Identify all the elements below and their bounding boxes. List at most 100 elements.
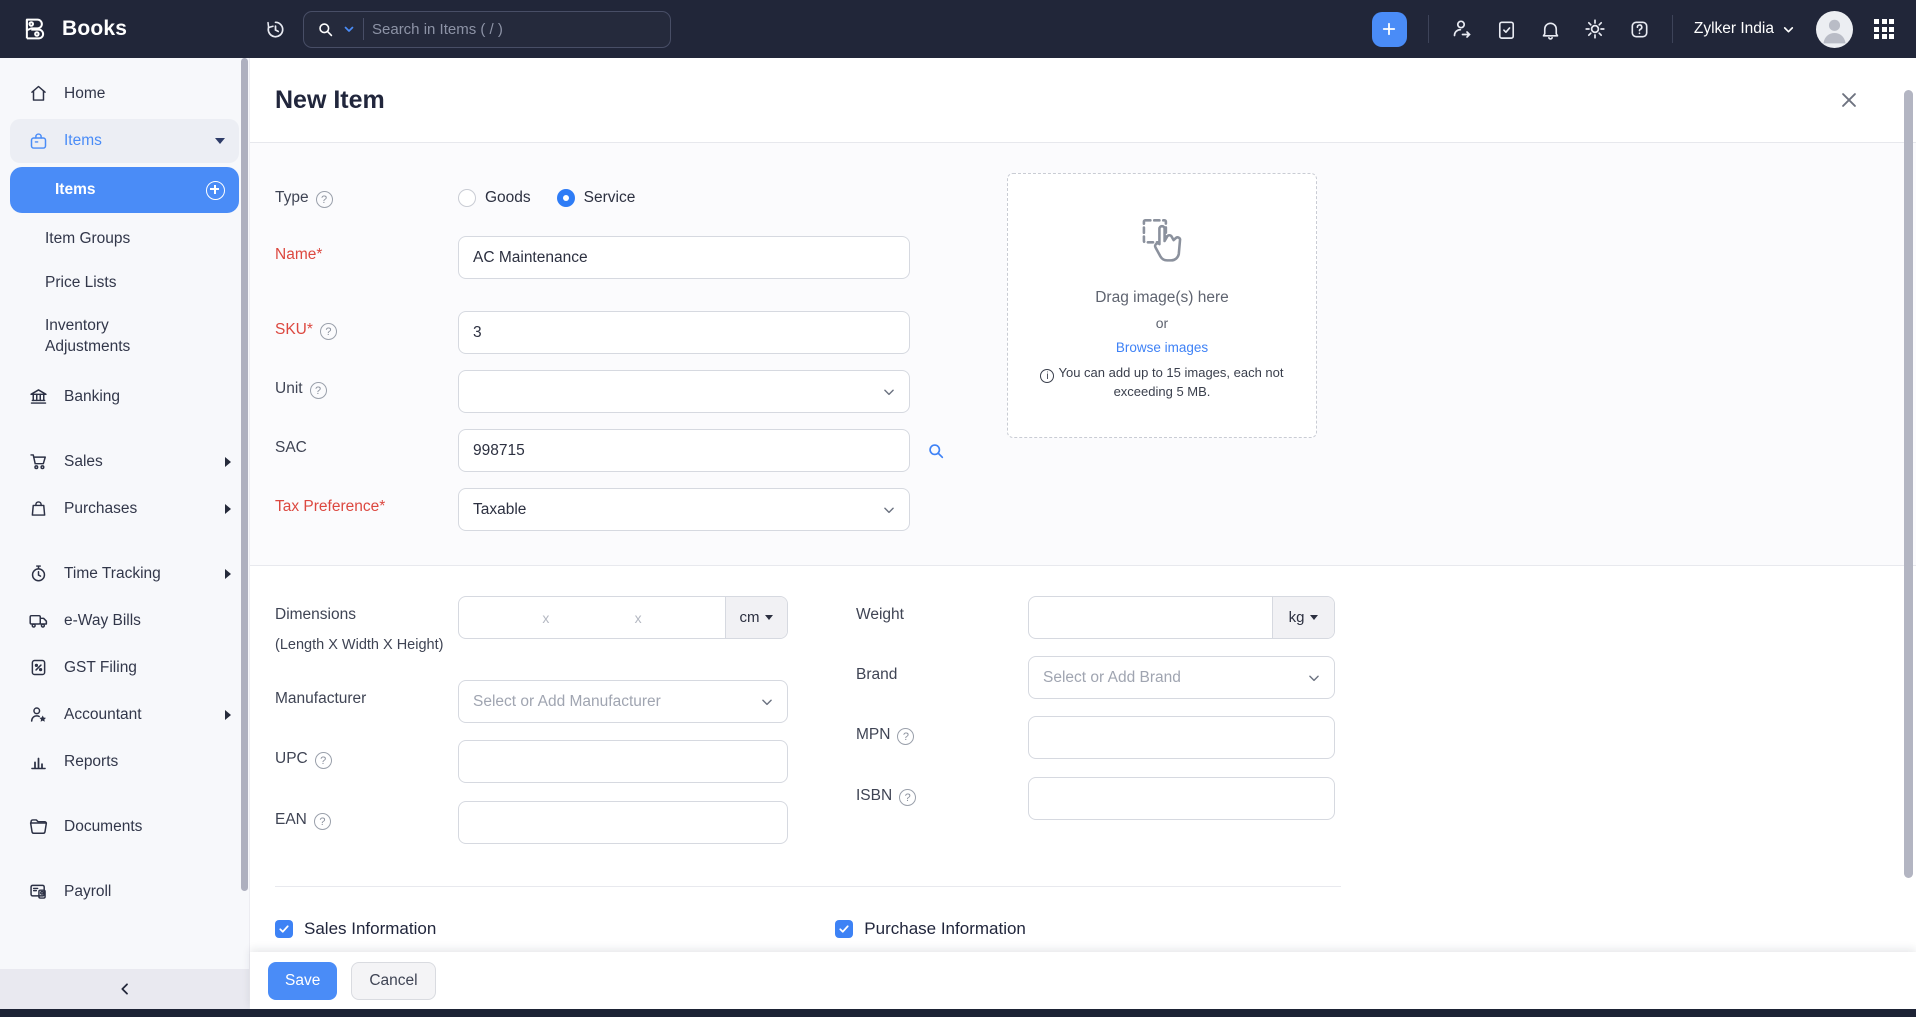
tasks-icon[interactable]	[1495, 18, 1518, 41]
sidebar-subitem-items-active[interactable]: Items	[10, 167, 239, 213]
weight-input-group[interactable]: kg	[1028, 596, 1335, 639]
image-upload-dropzone[interactable]: Drag image(s) here or Browse images iYou…	[1007, 173, 1317, 438]
item-basic-section: Type ? Goods Service	[250, 143, 1916, 566]
sidebar-subitem-inventory-adjustments[interactable]: Inventory Adjustments	[0, 305, 249, 367]
sidebar-item-time-tracking[interactable]: Time Tracking	[0, 550, 249, 597]
sidebar-item-banking[interactable]: Banking	[0, 373, 249, 420]
referral-icon[interactable]	[1450, 17, 1474, 41]
help-icon[interactable]: ?	[320, 323, 337, 340]
search-scope-chevron-icon[interactable]	[343, 23, 355, 35]
radio-service[interactable]: Service	[557, 189, 636, 207]
sales-information-label: Sales Information	[304, 919, 436, 939]
checkbox-checked-icon[interactable]	[275, 920, 293, 938]
sidebar-item-accountant[interactable]: Accountant	[0, 691, 249, 738]
tax-preference-select[interactable]: Taxable	[458, 488, 910, 531]
name-label: Name*	[275, 246, 322, 264]
books-logo-icon	[20, 14, 50, 44]
search-divider	[363, 18, 364, 40]
weight-unit-select[interactable]: kg	[1272, 597, 1334, 638]
org-switcher[interactable]: Zylker India	[1694, 20, 1795, 38]
upc-label: UPC	[275, 750, 308, 768]
history-icon[interactable]	[264, 18, 287, 41]
help-icon[interactable]: ?	[897, 728, 914, 745]
radio-goods-circle[interactable]	[458, 189, 476, 207]
help-icon[interactable]: ?	[314, 813, 331, 830]
weight-input[interactable]	[1029, 597, 1272, 638]
avatar-person-icon	[1816, 11, 1853, 48]
quick-create-button[interactable]	[1372, 12, 1407, 47]
close-icon[interactable]	[1838, 89, 1860, 111]
topbar-actions: Zylker India	[1372, 11, 1916, 48]
help-icon[interactable]: ?	[310, 382, 327, 399]
isbn-input[interactable]	[1028, 777, 1335, 820]
sidebar-item-home[interactable]: Home	[0, 70, 249, 117]
cancel-button[interactable]: Cancel	[351, 962, 435, 1000]
chevron-down-icon	[882, 503, 896, 517]
sidebar-item-sales[interactable]: Sales	[0, 438, 249, 485]
help-icon[interactable]	[1628, 18, 1651, 41]
chevron-left-icon	[117, 981, 133, 997]
sidebar-item-gst-filing[interactable]: GST Filing	[0, 644, 249, 691]
sac-input[interactable]	[458, 429, 910, 472]
dimension-length-input[interactable]	[459, 597, 540, 638]
checkbox-checked-icon[interactable]	[835, 920, 853, 938]
sidebar-item-label: Purchases	[64, 500, 210, 518]
upload-note-text: You can add up to 15 images, each not ex…	[1058, 365, 1283, 400]
radio-service-circle[interactable]	[557, 189, 575, 207]
browse-images-link[interactable]: Browse images	[1116, 340, 1208, 355]
manufacturer-select[interactable]: Select or Add Manufacturer	[458, 680, 788, 723]
global-search[interactable]: Search in Items ( / )	[303, 11, 671, 48]
sac-lookup-icon[interactable]	[926, 441, 946, 461]
upc-input[interactable]	[458, 740, 788, 783]
sku-input[interactable]	[458, 311, 910, 354]
chevron-down-icon	[1782, 23, 1795, 36]
chevron-right-icon	[225, 710, 231, 720]
help-icon[interactable]: ?	[899, 789, 916, 806]
product-name: Books	[62, 17, 127, 41]
dimension-height-input[interactable]	[644, 597, 725, 638]
app-window: Books Search in Items ( / )	[0, 0, 1916, 1017]
chevron-down-icon	[882, 385, 896, 399]
dimension-separator: x	[633, 610, 644, 626]
user-avatar[interactable]	[1816, 11, 1853, 48]
purchase-information-label: Purchase Information	[864, 919, 1026, 939]
sidebar-scrollbar[interactable]	[241, 58, 248, 891]
accountant-icon	[28, 704, 49, 725]
add-item-icon[interactable]	[206, 181, 225, 200]
sidebar-subitem-item-groups[interactable]: Item Groups	[0, 217, 249, 261]
name-input[interactable]	[458, 236, 910, 279]
mpn-input[interactable]	[1028, 716, 1335, 759]
sidebar-item-eway-bills[interactable]: e-Way Bills	[0, 597, 249, 644]
sidebar-item-documents[interactable]: Documents	[0, 803, 249, 850]
sidebar-item-items[interactable]: Items	[10, 119, 239, 163]
sidebar-subitem-price-lists[interactable]: Price Lists	[0, 261, 249, 305]
org-name: Zylker India	[1694, 20, 1774, 38]
bank-icon	[28, 386, 49, 407]
brand-logo[interactable]: Books	[0, 14, 250, 44]
sidebar-collapse-button[interactable]	[0, 969, 249, 1009]
help-icon[interactable]: ?	[316, 191, 333, 208]
sidebar-item-payroll[interactable]: Payroll	[0, 868, 249, 915]
settings-gear-icon[interactable]	[1583, 17, 1607, 41]
caret-down-icon	[765, 615, 773, 620]
drag-hand-icon	[1131, 210, 1193, 277]
brand-select[interactable]: Select or Add Brand	[1028, 656, 1335, 699]
save-button[interactable]: Save	[268, 962, 337, 1000]
help-icon[interactable]: ?	[315, 752, 332, 769]
unit-select[interactable]	[458, 370, 910, 413]
radio-goods[interactable]: Goods	[458, 189, 531, 207]
notifications-bell-icon[interactable]	[1539, 18, 1562, 41]
purchase-information-toggle[interactable]: Purchase Information	[835, 919, 1026, 939]
apps-grid-icon[interactable]	[1874, 19, 1894, 39]
sales-information-toggle[interactable]: Sales Information	[275, 919, 436, 939]
sac-label-wrap: SAC	[275, 429, 458, 472]
ean-input[interactable]	[458, 801, 788, 844]
dimension-width-input[interactable]	[551, 597, 632, 638]
page-scrollbar[interactable]	[1904, 90, 1913, 878]
sidebar-item-reports[interactable]: Reports	[0, 738, 249, 785]
dimensions-unit-select[interactable]: cm	[725, 597, 787, 638]
sidebar-item-purchases[interactable]: Purchases	[0, 485, 249, 532]
dimensions-input-group[interactable]: x x cm	[458, 596, 788, 639]
isbn-label: ISBN	[856, 787, 892, 805]
weight-unit-value: kg	[1289, 609, 1305, 626]
